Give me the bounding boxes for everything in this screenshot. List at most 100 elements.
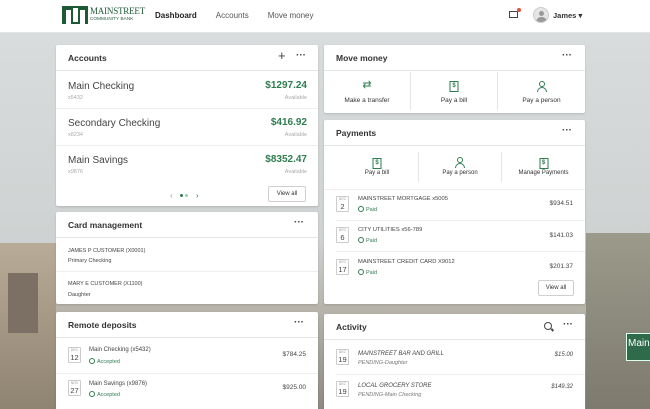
logo-mark-icon	[62, 6, 88, 24]
manage-payments-button[interactable]: $ Manage Payments	[502, 152, 585, 182]
nav-accounts[interactable]: Accounts	[216, 11, 249, 33]
building-window	[8, 273, 38, 333]
user-menu[interactable]: James ▾	[553, 11, 582, 20]
divider	[324, 189, 585, 190]
account-row[interactable]: Secondary Checking x8234 $416.92 Availab…	[56, 109, 318, 146]
more-options-icon[interactable]: ···	[294, 217, 304, 228]
date-badge: DEC 19	[336, 381, 349, 397]
carousel-pager: ‹ ›	[170, 191, 199, 200]
check-icon	[358, 206, 364, 212]
pager-dot[interactable]	[185, 194, 189, 198]
move-money-header: Move money ···	[324, 45, 585, 71]
search-icon[interactable]	[544, 322, 552, 330]
activity-card: Activity ··· DEC 19 MAINSTREET BAR AND GR…	[324, 314, 585, 409]
card-management-title: Card management	[68, 220, 143, 230]
deposit-account[interactable]: Main Savings (x9876)	[89, 381, 147, 387]
bank-logo[interactable]: MAINSTREET COMMUNITY BANK	[62, 6, 145, 26]
account-name: Secondary Checking	[68, 118, 161, 129]
transaction-name[interactable]: LOCAL GROCERY STORE	[358, 383, 431, 389]
transaction-status: PENDING-Daughter	[358, 360, 408, 366]
card-account: Primary Checking	[68, 258, 112, 264]
view-all-accounts-button[interactable]: View all	[268, 186, 306, 202]
payment-status: Paid	[358, 206, 377, 213]
payment-amount: $201.37	[549, 263, 574, 270]
payee-name[interactable]: CITY UTILITIES x56-789	[358, 227, 422, 233]
account-number: x9876	[68, 169, 83, 175]
transaction-name[interactable]: MAINSTREET BAR AND GRILL	[358, 351, 444, 357]
date-badge: DEC 19	[336, 349, 349, 365]
account-row[interactable]: Main Checking x5432 $1297.24 Available	[56, 72, 318, 109]
main-nav: Dashboard Accounts Move money	[155, 11, 333, 33]
chevron-down-icon: ▾	[578, 11, 583, 20]
payment-status: Paid	[358, 269, 377, 276]
date-badge: DEC 12	[68, 347, 81, 363]
pay-person-button[interactable]: Pay a person	[419, 152, 502, 182]
user-name: James	[553, 11, 577, 20]
card-row[interactable]: JAMES P CUSTOMER (X0001) Primary Checkin…	[56, 239, 318, 272]
check-icon	[89, 391, 95, 397]
more-options-icon[interactable]: ···	[563, 319, 573, 330]
account-name: Main Checking	[68, 81, 135, 92]
person-icon	[455, 157, 465, 168]
account-number: x5432	[68, 95, 83, 101]
divider	[336, 251, 585, 252]
bill-icon: $	[372, 158, 382, 169]
card-management-header: Card management ···	[56, 212, 318, 238]
date-badge: DEC 17	[336, 259, 349, 275]
check-icon	[358, 269, 364, 275]
avatar[interactable]	[533, 7, 549, 23]
cardholder-name: MARY E CUSTOMER (X1100)	[68, 281, 143, 287]
top-bar: MAINSTREET COMMUNITY BANK Dashboard Acco…	[0, 0, 650, 33]
chevron-left-icon[interactable]: ‹	[170, 191, 173, 200]
view-all-payments-button[interactable]: View all	[538, 280, 574, 296]
accounts-card-header: Accounts + ···	[56, 45, 318, 71]
deposit-account[interactable]: Main Checking (x5432)	[89, 347, 151, 353]
payments-header: Payments ···	[324, 120, 585, 146]
building-right	[586, 233, 650, 409]
transfer-icon: ⇄	[362, 79, 372, 91]
more-options-icon[interactable]: ···	[562, 125, 572, 136]
activity-title: Activity	[336, 322, 367, 332]
person-icon	[536, 81, 547, 92]
pay-bill-button[interactable]: $ Pay a bill	[336, 152, 419, 182]
notification-dot	[517, 8, 521, 12]
card-row[interactable]: MARY E CUSTOMER (X1100) Daughter	[56, 272, 318, 304]
add-icon[interactable]: +	[278, 48, 286, 63]
divider	[336, 374, 585, 375]
divider	[56, 373, 318, 374]
cardholder-name: JAMES P CUSTOMER (X0001)	[68, 248, 146, 254]
more-options-icon[interactable]: ···	[296, 50, 306, 61]
payee-name[interactable]: MAINSTREET CREDIT CARD X9012	[358, 259, 455, 265]
move-money-card: Move money ··· ⇄ Make a transfer $ Pay a…	[324, 45, 585, 113]
remote-deposits-header: Remote deposits ···	[56, 312, 318, 338]
logo-subtitle: COMMUNITY BANK	[90, 16, 134, 21]
account-balance: $416.92	[270, 117, 307, 128]
nav-move-money[interactable]: Move money	[268, 11, 314, 33]
divider	[336, 220, 585, 221]
transaction-status: PENDING-Main Checking	[358, 392, 422, 398]
account-balance: $1297.24	[265, 80, 307, 91]
account-number: x8234	[68, 132, 83, 138]
accounts-title: Accounts	[68, 53, 107, 63]
more-options-icon[interactable]: ···	[562, 50, 572, 61]
chevron-right-icon[interactable]: ›	[196, 191, 199, 200]
pay-person-button[interactable]: Pay a person	[498, 72, 585, 110]
mail-icon[interactable]	[509, 8, 521, 18]
transaction-amount: $15.00	[554, 352, 573, 358]
date-badge: NOV 27	[68, 380, 81, 396]
logo-name: MAINSTREET	[90, 6, 145, 16]
street-sign-text: Main	[628, 338, 650, 349]
payment-amount: $934.51	[549, 200, 574, 207]
make-transfer-button[interactable]: ⇄ Make a transfer	[324, 72, 411, 110]
payment-status: Paid	[358, 237, 377, 244]
pay-bill-button[interactable]: $ Pay a bill	[411, 72, 498, 110]
account-row[interactable]: Main Savings x9876 $8352.47 Available	[56, 146, 318, 183]
nav-dashboard[interactable]: Dashboard	[155, 11, 197, 33]
more-options-icon[interactable]: ···	[294, 317, 304, 328]
payments-title: Payments	[336, 128, 377, 138]
deposit-status: Accepted	[89, 391, 120, 398]
payee-name[interactable]: MAINSTREET MORTGAGE x5005	[358, 196, 448, 202]
account-name: Main Savings	[68, 155, 129, 166]
pager-dot-active[interactable]	[180, 194, 184, 198]
deposit-amount: $784.25	[282, 351, 307, 358]
